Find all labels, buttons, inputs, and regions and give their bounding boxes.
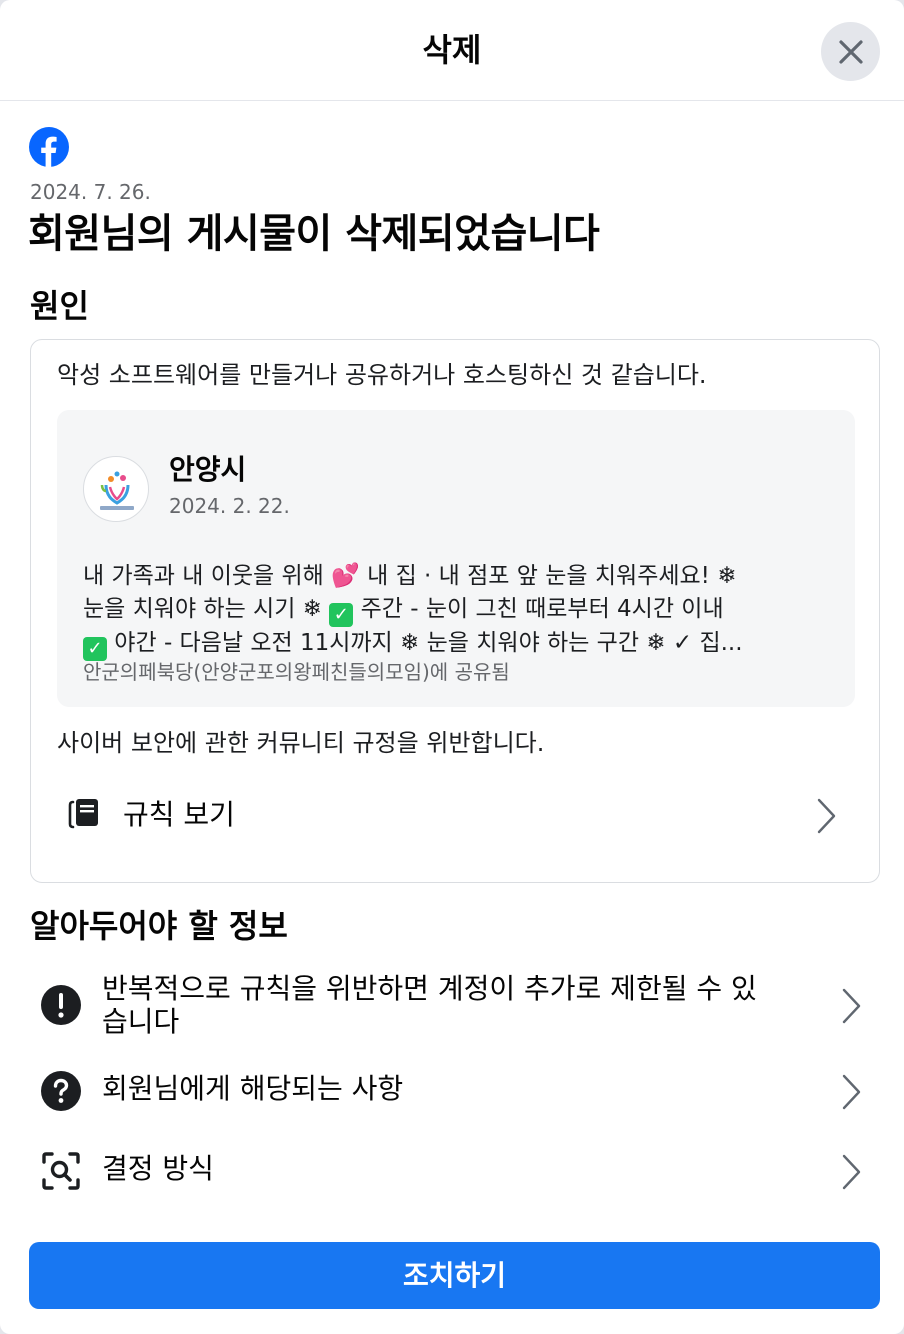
post-line: 눈을 치워야 하는 시기 ❄ ✓ 주간 - 눈이 그친 때로부터 4시간 이내 — [83, 593, 833, 627]
post-text: 내 집 · 내 점포 앞 눈을 치워주세요! ❄ — [359, 563, 737, 589]
facebook-logo-icon — [29, 127, 69, 167]
chevron-right-icon — [817, 798, 836, 834]
notice-date: 2024. 7. 26. — [30, 180, 151, 204]
hearts-emoji-icon: 💕 — [331, 563, 360, 589]
info-item-label: 반복적으로 규칙을 위반하면 계정이 추가로 제한될 수 있 습니다 — [102, 972, 822, 1038]
info-item-label: 회원님에게 해당되는 사항 — [102, 1072, 404, 1105]
anyang-logo-icon — [100, 471, 134, 510]
chevron-right-icon — [842, 1074, 861, 1110]
post-line: 내 가족과 내 이웃을 위해 💕 내 집 · 내 점포 앞 눈을 치워주세요! … — [83, 560, 833, 593]
check-mark-emoji-icon: ✓ — [329, 603, 354, 627]
info-item-what-applies[interactable]: 회원님에게 해당되는 사항 — [30, 1060, 880, 1124]
dialog-header: 삭제 — [0, 0, 904, 101]
take-action-button[interactable]: 조치하기 — [29, 1242, 880, 1309]
violation-text: 사이버 보안에 관한 커뮤니티 규정을 위반합니다. — [57, 729, 545, 757]
close-icon — [838, 39, 863, 64]
reason-text: 악성 소프트웨어를 만들거나 공유하거나 호스팅하신 것 같습니다. — [57, 361, 707, 389]
exclamation-icon — [41, 985, 81, 1025]
post-author: 안양시 — [169, 453, 247, 486]
chevron-right-icon — [842, 1154, 861, 1190]
post-text: 주간 - 눈이 그친 때로부터 4시간 이내 — [353, 596, 724, 622]
post-text: 내 가족과 내 이웃을 위해 — [83, 563, 332, 589]
info-item-line: 반복적으로 규칙을 위반하면 계정이 추가로 제한될 수 있 — [102, 972, 757, 1005]
chevron-right-icon — [842, 988, 861, 1024]
post-body: 내 가족과 내 이웃을 위해 💕 내 집 · 내 점포 앞 눈을 치워주세요! … — [83, 560, 833, 661]
view-rules-link[interactable]: 규칙 보기 — [57, 780, 855, 852]
post-line: ✓ 야간 - 다음날 오전 11시까지 ❄ 눈을 치워야 하는 구간 ❄ ✓ 집… — [83, 627, 833, 661]
post-text: 야간 - 다음날 오전 11시까지 ❄ 눈을 치워야 하는 구간 ❄ ✓ 집..… — [107, 630, 743, 656]
removal-dialog: 삭제 2024. 7. 26. 회원님의 게시물이 삭제되었습니다 원인 악성 … — [0, 0, 904, 1334]
view-rules-label: 규칙 보기 — [123, 798, 235, 831]
rulebook-icon — [68, 799, 98, 829]
search-scan-icon — [42, 1152, 80, 1190]
info-item-repeat-violation[interactable]: 반복적으로 규칙을 위반하면 계정이 추가로 제한될 수 있 습니다 — [30, 964, 880, 1044]
notice-title: 회원님의 게시물이 삭제되었습니다 — [28, 211, 600, 257]
avatar — [83, 456, 149, 522]
reason-card: 악성 소프트웨어를 만들거나 공유하거나 호스팅하신 것 같습니다. 안양시 2… — [30, 339, 880, 883]
removed-post-preview: 안양시 2024. 2. 22. 내 가족과 내 이웃을 위해 💕 내 집 · … — [57, 410, 855, 707]
info-section-title: 알아두어야 할 정보 — [30, 907, 288, 945]
post-date: 2024. 2. 22. — [169, 494, 290, 518]
post-shared-in: 안군의페북당(안양군포의왕페친들의모임)에 공유됨 — [83, 660, 510, 684]
reason-section-title: 원인 — [30, 287, 89, 325]
close-button[interactable] — [821, 22, 880, 81]
info-item-line: 습니다 — [102, 1005, 180, 1038]
post-text: 눈을 치워야 하는 시기 ❄ — [83, 596, 330, 622]
dialog-title: 삭제 — [422, 31, 482, 69]
info-item-how-decided[interactable]: 결정 방식 — [30, 1140, 880, 1204]
info-item-label: 결정 방식 — [102, 1152, 214, 1185]
question-icon — [41, 1071, 81, 1111]
